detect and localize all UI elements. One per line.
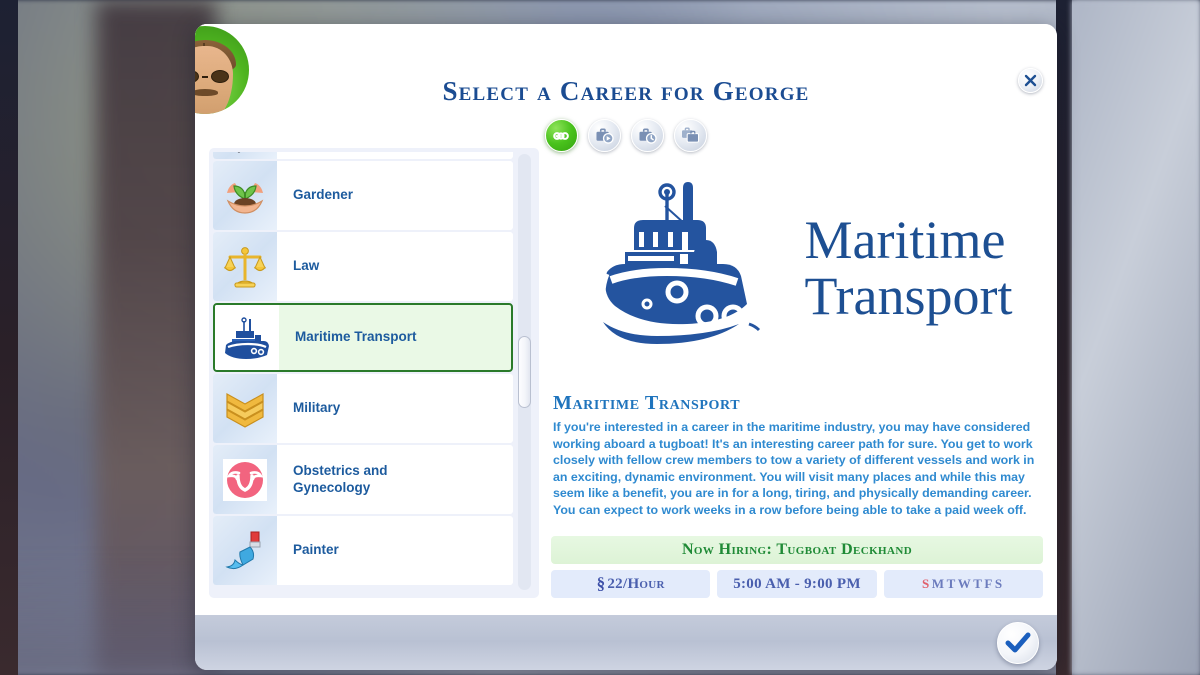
freelancer-icon	[213, 152, 277, 159]
letterbox-right	[1056, 0, 1072, 675]
list-item-label: Obstetrics and Gynecology	[293, 462, 388, 495]
day-monday: M	[931, 576, 947, 591]
list-item-label: Military	[293, 400, 341, 416]
chevrons-icon	[213, 374, 277, 443]
paintbrush-icon	[213, 516, 277, 585]
work-days-letters: SMTWTFS	[922, 576, 1005, 592]
briefcase-play-icon	[596, 128, 614, 144]
career-list-scrollbar-thumb[interactable]	[518, 336, 531, 408]
background-right-edge	[1072, 0, 1200, 675]
career-hero: Maritime Transport	[551, 150, 1043, 386]
sunglasses-icon	[195, 70, 229, 83]
briefcase-stack-icon	[682, 127, 700, 143]
infinity-icon	[553, 131, 569, 140]
scales-icon	[213, 232, 277, 301]
work-days-chip: SMTWTFS	[883, 570, 1043, 598]
list-item-law[interactable]: Law	[213, 232, 513, 301]
dialog-footer	[195, 614, 1057, 670]
close-button[interactable]	[1018, 68, 1043, 93]
career-selection-dialog: Select a Career for George Gardener Law …	[195, 24, 1057, 670]
letterbox-left	[0, 0, 18, 675]
list-item-label: Painter	[293, 542, 339, 558]
list-item-military[interactable]: Military	[213, 374, 513, 443]
career-description: If you're interested in a career in the …	[553, 420, 1035, 517]
hours-chip: 5:00 AM - 9:00 PM	[717, 570, 877, 598]
confirm-button[interactable]	[997, 621, 1039, 664]
list-item[interactable]	[213, 152, 513, 159]
close-icon	[1024, 74, 1037, 87]
career-list-scrollbar-track[interactable]	[518, 154, 531, 590]
day-friday: F	[984, 576, 995, 591]
career-list: Gardener Law Maritime Transport Military…	[213, 152, 513, 592]
list-item-label: Maritime Transport	[295, 329, 417, 345]
avatar-mustache	[195, 89, 218, 96]
day-thursday: T	[973, 576, 985, 591]
list-item-painter[interactable]: Painter	[213, 516, 513, 585]
dialog-body: Select a Career for George Gardener Law …	[195, 24, 1057, 614]
game-screen: Select a Career for George Gardener Law …	[0, 0, 1200, 675]
career-detail-heading: Maritime Transport	[553, 392, 741, 415]
briefcase-clock-icon	[639, 128, 657, 144]
career-stats-row: § 22/Hour 5:00 AM - 9:00 PM SMTWTFS	[551, 570, 1043, 598]
uterus-icon	[213, 445, 277, 514]
list-item-maritime-transport[interactable]: Maritime Transport	[213, 303, 513, 372]
now-hiring-banner: Now Hiring: Tugboat Deckhand	[551, 536, 1043, 564]
wage-value: 22/Hour	[607, 575, 665, 592]
day-tuesday: T	[946, 576, 958, 591]
seedling-icon	[213, 161, 277, 230]
day-saturday: S	[994, 576, 1005, 591]
wage-chip: § 22/Hour	[551, 570, 711, 598]
career-detail-panel: Maritime Transport Maritime Transport If…	[551, 148, 1043, 598]
page-title: Select a Career for George	[442, 76, 810, 106]
career-hero-title: Maritime Transport	[804, 210, 1013, 327]
day-wednesday: W	[957, 576, 974, 591]
list-item-label: Gardener	[293, 187, 354, 203]
simoleon-icon: §	[596, 574, 606, 593]
career-list-panel: Gardener Law Maritime Transport Military…	[209, 148, 539, 598]
checkmark-icon	[1005, 632, 1031, 652]
list-item-obstetrics-and-gynecology[interactable]: Obstetrics and Gynecology	[213, 445, 513, 514]
dialog-content: Gardener Law Maritime Transport Military…	[195, 148, 1057, 614]
day-sunday: S	[922, 576, 932, 591]
list-item-gardener[interactable]: Gardener	[213, 161, 513, 230]
tugboat-icon	[215, 305, 279, 370]
list-item-label: Law	[293, 258, 320, 274]
tugboat-logo-icon	[581, 176, 786, 361]
